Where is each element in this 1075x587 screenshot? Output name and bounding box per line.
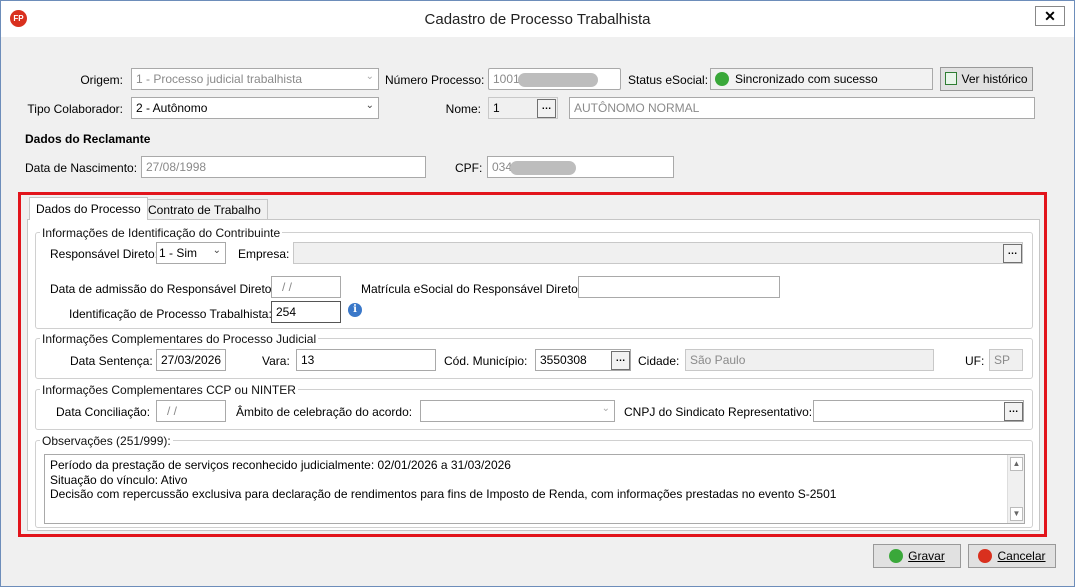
numero-processo-value: 1001 xyxy=(493,72,520,86)
title-bar: FP Cadastro de Processo Trabalhista ✕ xyxy=(1,1,1074,37)
chevron-down-icon: ⌄ xyxy=(365,71,374,82)
origem-select[interactable]: 1 - Processo judicial trabalhista ⌄ xyxy=(131,68,379,90)
status-esocial-field: Sincronizado com sucesso xyxy=(710,68,933,90)
origem-value: 1 - Processo judicial trabalhista xyxy=(136,72,303,86)
status-esocial-value: Sincronizado com sucesso xyxy=(735,72,878,86)
ver-historico-label: Ver histórico xyxy=(961,72,1028,86)
redaction-mask xyxy=(517,72,598,87)
check-circle-icon xyxy=(889,548,904,563)
highlight-box xyxy=(18,192,1047,537)
cancelar-button[interactable]: Cancelar xyxy=(968,544,1056,568)
numero-processo-field[interactable]: 1001 xyxy=(488,68,621,90)
chevron-down-icon: ⌄ xyxy=(365,100,374,111)
cpf-value: 034 xyxy=(492,160,513,174)
document-icon xyxy=(945,72,958,86)
status-esocial-label: Status eSocial: xyxy=(628,73,709,87)
reclamante-section-title: Dados do Reclamante xyxy=(25,132,151,146)
data-nascimento-value: 27/08/1998 xyxy=(146,160,207,174)
numero-processo-label: Número Processo: xyxy=(385,73,485,87)
window-title: Cadastro de Processo Trabalhista xyxy=(424,11,651,28)
tab-dados-processo[interactable]: Dados do Processo xyxy=(29,197,148,220)
tipo-colaborador-label: Tipo Colaborador: xyxy=(27,102,123,116)
origem-label: Origem: xyxy=(80,73,123,87)
nome-search-button[interactable]: … xyxy=(537,99,556,118)
gravar-label: Gravar xyxy=(908,549,945,563)
nome-field: AUTÔNOMO NORMAL xyxy=(569,97,1035,119)
cancel-circle-icon xyxy=(978,548,993,563)
data-nascimento-label: Data de Nascimento: xyxy=(25,161,138,175)
cpf-label: CPF: xyxy=(455,161,483,175)
tab-dados-processo-label: Dados do Processo xyxy=(36,202,141,216)
tipo-colaborador-select[interactable]: 2 - Autônomo ⌄ xyxy=(131,97,379,119)
dialog-window: FP Cadastro de Processo Trabalhista ✕ Or… xyxy=(0,0,1075,587)
check-circle-icon xyxy=(715,71,729,86)
ver-historico-button[interactable]: Ver histórico xyxy=(940,67,1033,91)
tipo-colaborador-value: 2 - Autônomo xyxy=(136,101,208,115)
gravar-button[interactable]: Gravar xyxy=(873,544,961,568)
cpf-field[interactable]: 034 xyxy=(487,156,674,178)
data-nascimento-field[interactable]: 27/08/1998 xyxy=(141,156,426,178)
close-button[interactable]: ✕ xyxy=(1035,6,1065,26)
redaction-mask xyxy=(510,160,577,175)
nome-value: AUTÔNOMO NORMAL xyxy=(574,101,700,115)
nome-label: Nome: xyxy=(445,102,481,116)
nome-code-value: 1 xyxy=(493,101,500,115)
cancelar-label: Cancelar xyxy=(997,549,1046,563)
